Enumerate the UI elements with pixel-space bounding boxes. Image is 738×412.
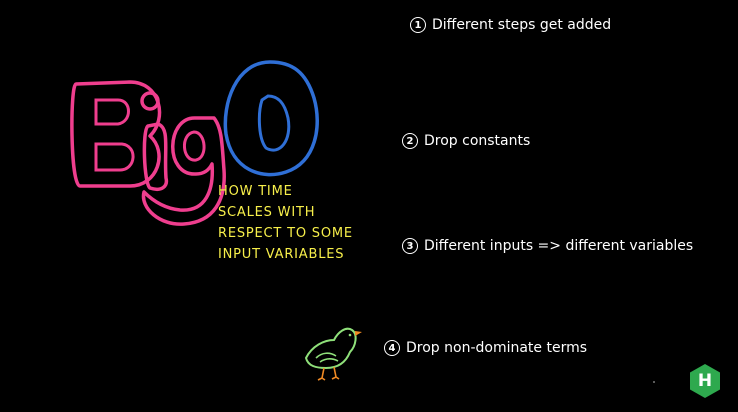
rule-item: 3 Different inputs => different variable… — [402, 238, 693, 254]
brand-badge-letter: H — [697, 371, 713, 391]
rule-item: 1 Different steps get added — [410, 17, 611, 33]
stray-dot — [653, 381, 655, 383]
rule-number-badge: 3 — [402, 238, 418, 254]
rule-item: 4 Drop non-dominate terms — [384, 340, 587, 356]
subtitle-line: RESPECT TO SOME — [218, 226, 353, 241]
rule-number-badge: 2 — [402, 133, 418, 149]
rule-text: Different steps get added — [432, 17, 612, 33]
rule-text: Drop constants — [424, 133, 531, 149]
subtitle-line: INPUT VARIABLES — [218, 247, 345, 262]
big-o-logo-icon — [70, 60, 319, 226]
rule-text: Drop non-dominate terms — [406, 340, 588, 356]
rule-number-badge: 4 — [384, 340, 400, 356]
rule-item: 2 Drop constants — [402, 133, 530, 149]
lesson-slide: HOW TIME SCALES WITH RESPECT TO SOME INP… — [0, 0, 738, 412]
big-o-subtitle: HOW TIME SCALES WITH RESPECT TO SOME INP… — [218, 181, 353, 265]
rule-text: Different inputs => different variables — [424, 238, 694, 254]
rule-number-badge: 1 — [410, 17, 426, 33]
subtitle-line: HOW TIME — [218, 184, 293, 199]
bird-doodle-icon — [304, 327, 362, 381]
subtitle-line: SCALES WITH — [218, 205, 316, 220]
